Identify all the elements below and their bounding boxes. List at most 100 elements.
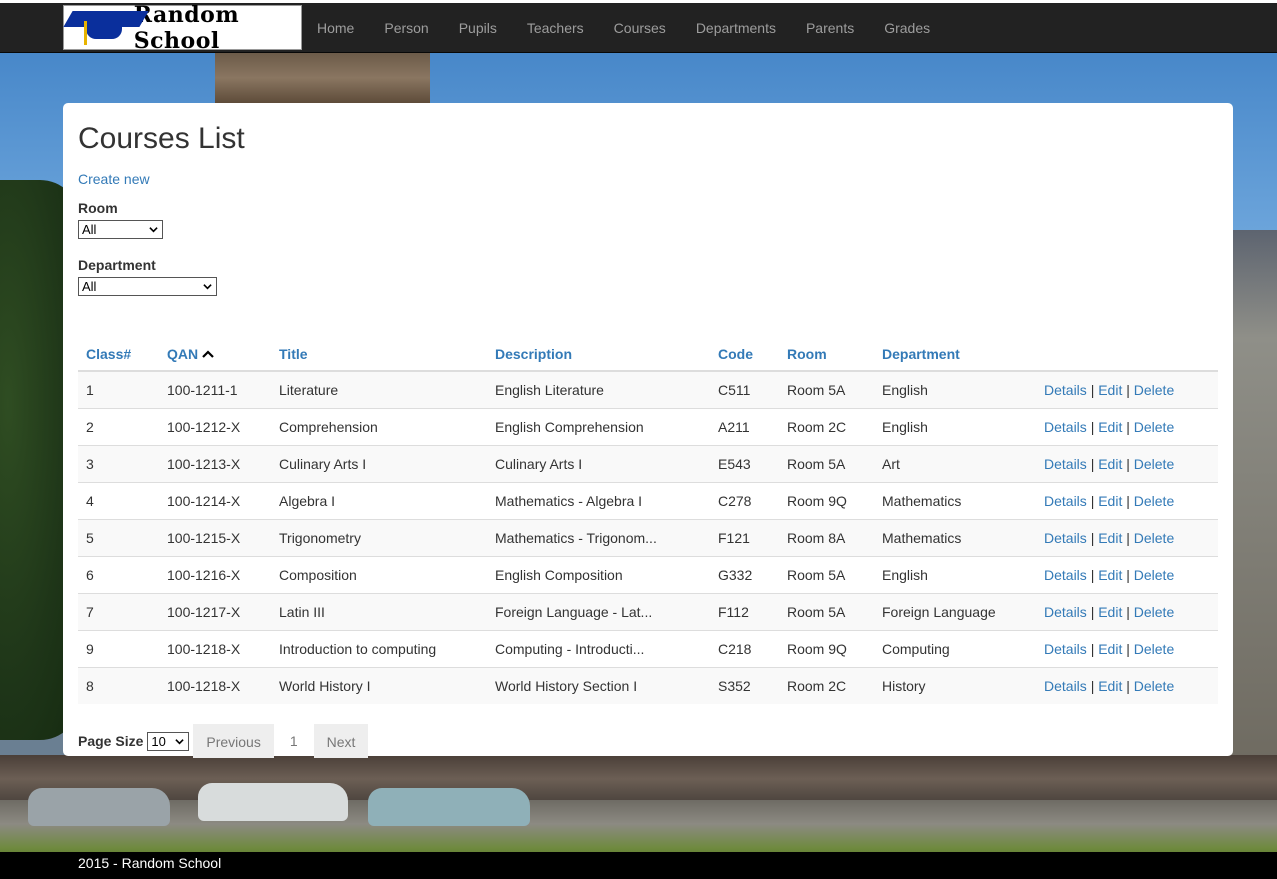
delete-link[interactable]: Delete: [1134, 604, 1174, 620]
department-filter-label: Department: [78, 257, 156, 273]
edit-link[interactable]: Edit: [1098, 641, 1122, 657]
delete-link[interactable]: Delete: [1134, 530, 1174, 546]
delete-link[interactable]: Delete: [1134, 678, 1174, 694]
edit-link[interactable]: Edit: [1098, 456, 1122, 472]
table-row: 3 100-1213-X Culinary Arts I Culinary Arts …: [78, 444, 1218, 482]
nav-parents[interactable]: Parents: [791, 3, 869, 53]
header-class-number[interactable]: Class#: [86, 346, 131, 362]
header-title[interactable]: Title: [279, 346, 308, 362]
details-link[interactable]: Details: [1044, 419, 1087, 435]
edit-link[interactable]: Edit: [1098, 419, 1122, 435]
title-cell: Literature: [271, 370, 487, 408]
action-separator: |: [1090, 418, 1095, 435]
room-cell: Room 5A: [779, 555, 874, 593]
details-link[interactable]: Details: [1044, 530, 1087, 546]
graduation-cap-icon: [63, 5, 149, 50]
room-filter-select[interactable]: All: [78, 220, 163, 239]
chevron-down-icon: [203, 284, 212, 290]
details-link[interactable]: Details: [1044, 678, 1087, 694]
page-size-select[interactable]: 10: [147, 731, 190, 751]
description-cell: Mathematics - Trigonom...: [487, 518, 710, 556]
row-actions: Details | Edit | Delete: [1036, 518, 1218, 556]
table-row: 2 100-1212-X Comprehension English Comprehe…: [78, 407, 1218, 445]
row-actions: Details | Edit | Delete: [1036, 592, 1218, 630]
details-link[interactable]: Details: [1044, 641, 1087, 657]
edit-link[interactable]: Edit: [1098, 382, 1122, 398]
brand-name: Random School: [133, 1, 240, 54]
delete-link[interactable]: Delete: [1134, 493, 1174, 509]
room-cell: Room 5A: [779, 444, 874, 482]
code-cell: F121: [710, 518, 779, 556]
details-link[interactable]: Details: [1044, 382, 1087, 398]
class-number-cell: 4: [78, 481, 159, 519]
department-cell: Art: [874, 444, 1036, 482]
nav-teachers[interactable]: Teachers: [512, 3, 599, 53]
header-department[interactable]: Department: [882, 346, 960, 362]
delete-link[interactable]: Delete: [1134, 641, 1174, 657]
edit-link[interactable]: Edit: [1098, 530, 1122, 546]
create-new-link[interactable]: Create new: [78, 171, 150, 187]
class-number-cell: 1: [78, 370, 159, 408]
details-link[interactable]: Details: [1044, 456, 1087, 472]
nav-departments[interactable]: Departments: [681, 3, 791, 53]
title-cell: Comprehension: [271, 407, 487, 445]
action-separator: |: [1126, 677, 1130, 694]
description-cell: Computing - Introducti...: [487, 629, 710, 667]
edit-link[interactable]: Edit: [1098, 567, 1122, 583]
edit-link[interactable]: Edit: [1098, 493, 1122, 509]
department-cell: Mathematics: [874, 518, 1036, 556]
class-number-cell: 7: [78, 592, 159, 630]
class-number-cell: 5: [78, 518, 159, 556]
room-cell: Room 9Q: [779, 629, 874, 667]
qan-cell: 100-1213-X: [159, 444, 271, 482]
table-header-row: Class# QAN Title Description Code Room D…: [78, 335, 1218, 372]
department-cell: Computing: [874, 629, 1036, 667]
nav-grades[interactable]: Grades: [869, 3, 945, 53]
description-cell: English Comprehension: [487, 407, 710, 445]
delete-link[interactable]: Delete: [1134, 382, 1174, 398]
description-cell: English Composition: [487, 555, 710, 593]
title-cell: Latin III: [271, 592, 487, 630]
qan-cell: 100-1215-X: [159, 518, 271, 556]
nav-pupils[interactable]: Pupils: [444, 3, 512, 53]
content-panel: Courses List Create new Room All Departm…: [63, 103, 1233, 758]
details-link[interactable]: Details: [1044, 567, 1087, 583]
header-qan[interactable]: QAN: [167, 346, 198, 362]
nav-menu: Home Person Pupils Teachers Courses Depa…: [302, 3, 945, 53]
pager: Page Size 10 Previous 1 Next: [78, 724, 1218, 758]
department-cell: Foreign Language: [874, 592, 1036, 630]
nav-courses[interactable]: Courses: [599, 3, 681, 53]
nav-person[interactable]: Person: [369, 3, 443, 53]
courses-table: Class# QAN Title Description Code Room D…: [78, 335, 1218, 704]
details-link[interactable]: Details: [1044, 493, 1087, 509]
department-cell: History: [874, 666, 1036, 704]
edit-link[interactable]: Edit: [1098, 678, 1122, 694]
details-link[interactable]: Details: [1044, 604, 1087, 620]
delete-link[interactable]: Delete: [1134, 567, 1174, 583]
previous-button[interactable]: Previous: [193, 724, 274, 758]
brand-logo[interactable]: Random School: [63, 2, 302, 54]
action-separator: |: [1090, 492, 1095, 509]
edit-link[interactable]: Edit: [1098, 604, 1122, 620]
title-cell: World History I: [271, 666, 487, 704]
page-size-value: 10: [151, 733, 166, 749]
department-cell: English: [874, 555, 1036, 593]
action-separator: |: [1126, 529, 1130, 546]
table-row: 5 100-1215-X Trigonometry Mathematics - Tri…: [78, 518, 1218, 556]
description-cell: World History Section I: [487, 666, 710, 704]
header-actions: [1036, 335, 1218, 372]
next-button[interactable]: Next: [313, 724, 369, 758]
nav-home[interactable]: Home: [302, 3, 369, 53]
delete-link[interactable]: Delete: [1134, 456, 1174, 472]
current-page[interactable]: 1: [274, 733, 314, 749]
department-cell: English: [874, 370, 1036, 408]
action-separator: |: [1090, 455, 1095, 472]
title-cell: Introduction to computing: [271, 629, 487, 667]
header-room[interactable]: Room: [787, 346, 827, 362]
row-actions: Details | Edit | Delete: [1036, 555, 1218, 593]
department-cell: Mathematics: [874, 481, 1036, 519]
department-filter-select[interactable]: All: [78, 277, 217, 296]
delete-link[interactable]: Delete: [1134, 419, 1174, 435]
header-code[interactable]: Code: [718, 346, 753, 362]
header-description[interactable]: Description: [495, 346, 572, 362]
